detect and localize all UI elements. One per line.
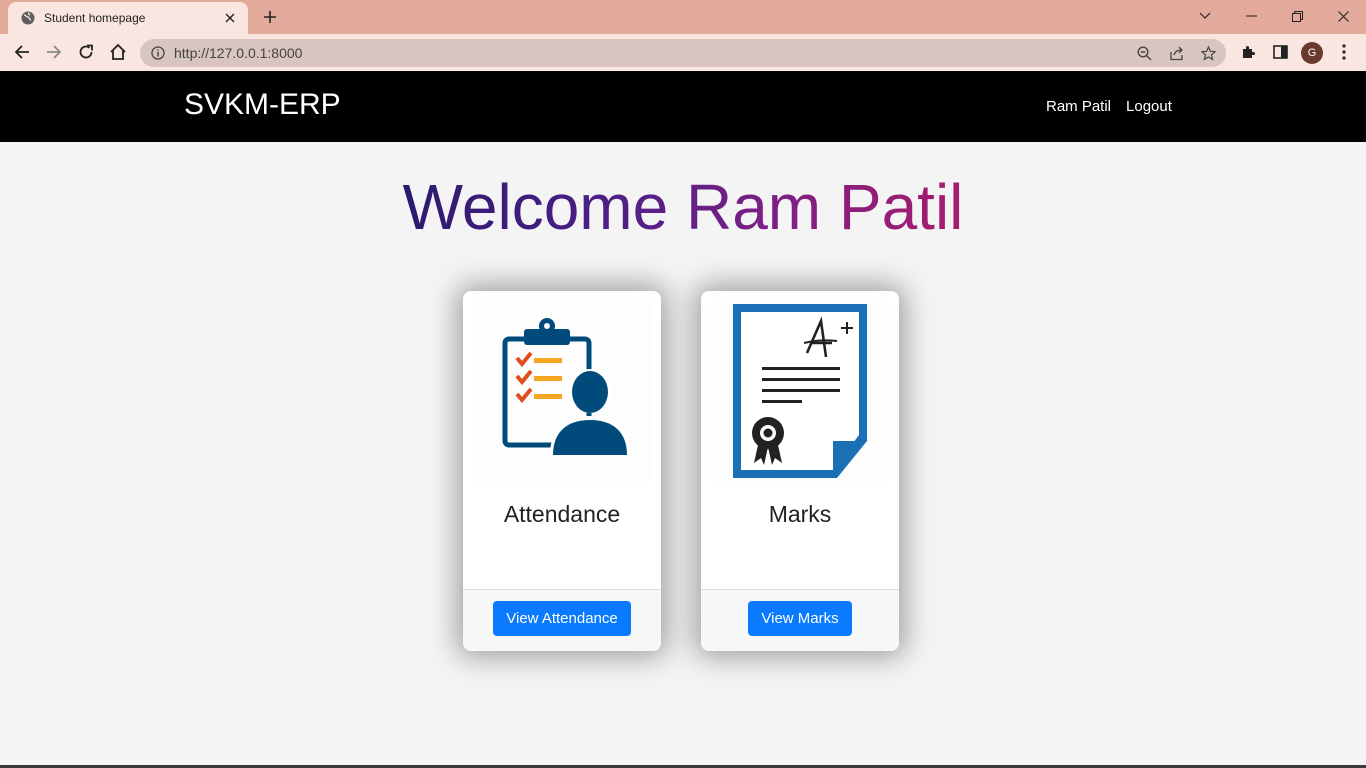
- view-marks-button[interactable]: View Marks: [748, 601, 852, 636]
- profile-avatar[interactable]: G: [1301, 42, 1323, 64]
- card-title: Marks: [768, 501, 832, 527]
- browser-toolbar: http://127.0.0.1:8000 G: [0, 34, 1366, 71]
- share-icon[interactable]: [1166, 43, 1186, 63]
- marks-certificate-icon: [710, 301, 890, 481]
- menu-icon[interactable]: [1330, 38, 1358, 66]
- welcome-heading: Welcome Ram Patil: [0, 170, 1366, 244]
- marks-card: Marks View Marks: [701, 291, 899, 651]
- attendance-card: Attendance View Attendance: [463, 291, 661, 651]
- tab-title: Student homepage: [44, 11, 146, 25]
- sidepanel-icon[interactable]: [1266, 38, 1294, 66]
- minimize-icon[interactable]: [1228, 0, 1274, 32]
- attendance-clipboard-icon: [472, 301, 652, 481]
- nav-links: Ram Patil Logout: [1046, 98, 1172, 115]
- home-icon[interactable]: [104, 38, 132, 66]
- extensions-icon[interactable]: [1234, 38, 1262, 66]
- zoom-icon[interactable]: [1134, 43, 1154, 63]
- chevron-down-icon[interactable]: [1182, 0, 1228, 32]
- plus-icon[interactable]: [258, 6, 282, 28]
- browser-tabstrip: Student homepage: [0, 0, 1366, 34]
- address-bar[interactable]: http://127.0.0.1:8000: [140, 39, 1226, 67]
- info-icon[interactable]: [151, 46, 165, 60]
- nav-user-link[interactable]: Ram Patil: [1046, 98, 1111, 115]
- restore-icon[interactable]: [1274, 0, 1320, 32]
- url-text: http://127.0.0.1:8000: [174, 45, 303, 61]
- browser-tab[interactable]: Student homepage: [8, 2, 248, 34]
- card-footer: View Attendance: [463, 589, 661, 651]
- brand-logo[interactable]: SVKM-ERP: [184, 88, 341, 122]
- logout-link[interactable]: Logout: [1126, 98, 1172, 115]
- reload-icon[interactable]: [72, 38, 100, 66]
- welcome-text: Welcome Ram Patil: [402, 171, 964, 243]
- forward-arrow-icon[interactable]: [40, 38, 68, 66]
- card-title: Attendance: [503, 501, 621, 527]
- close-window-icon[interactable]: [1320, 0, 1366, 32]
- back-arrow-icon[interactable]: [8, 38, 36, 66]
- card-footer: View Marks: [701, 589, 899, 651]
- globe-icon: [21, 11, 35, 25]
- star-icon[interactable]: [1198, 43, 1218, 63]
- close-icon[interactable]: [222, 10, 238, 26]
- site-navbar: SVKM-ERP Ram Patil Logout: [0, 71, 1366, 142]
- view-attendance-button[interactable]: View Attendance: [493, 601, 631, 636]
